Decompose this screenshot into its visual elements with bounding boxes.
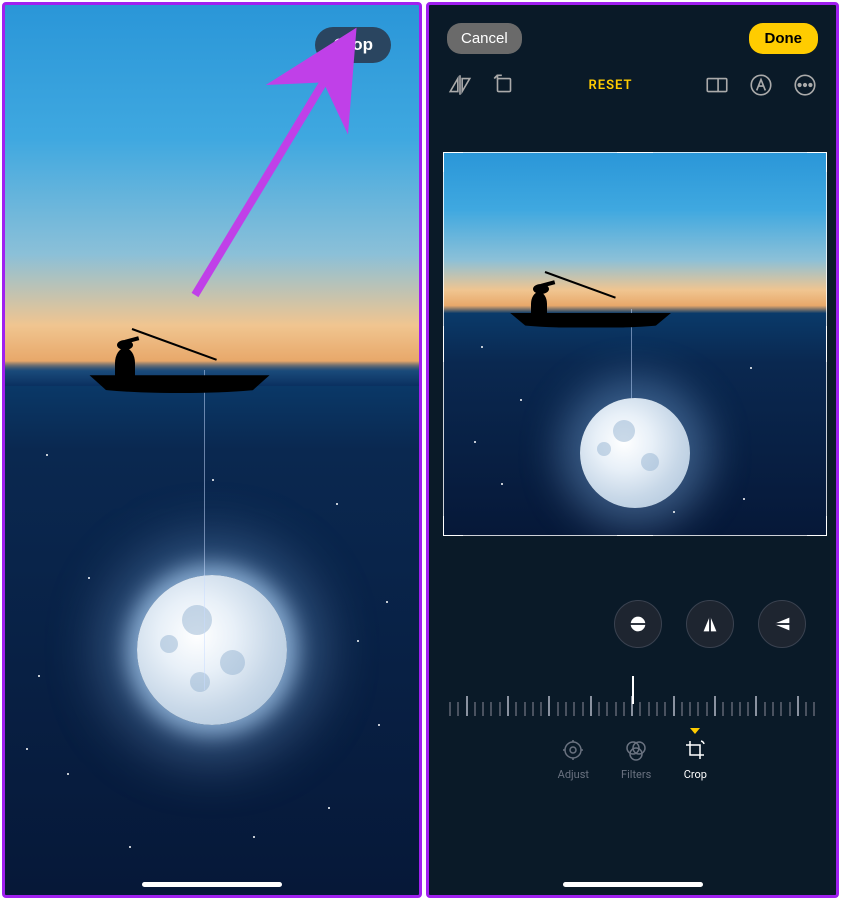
crop-preview-area bbox=[429, 112, 836, 536]
tab-filters[interactable]: Filters bbox=[621, 738, 651, 781]
left-screenshot-panel: Crop bbox=[2, 2, 422, 898]
aspect-ratio-icon[interactable] bbox=[704, 72, 730, 98]
rotate-icon[interactable] bbox=[491, 72, 517, 98]
crop-handle-top[interactable] bbox=[617, 152, 653, 153]
tab-adjust[interactable]: Adjust bbox=[558, 738, 589, 781]
more-icon[interactable] bbox=[792, 72, 818, 98]
home-indicator[interactable] bbox=[142, 882, 282, 887]
cancel-button[interactable]: Cancel bbox=[447, 23, 522, 54]
tab-filters-label: Filters bbox=[621, 768, 651, 781]
straighten-button[interactable] bbox=[614, 600, 662, 648]
crop-tool-bar: RESET bbox=[429, 64, 836, 112]
right-screenshot-panel: Cancel Done RESET bbox=[426, 2, 839, 898]
tab-adjust-label: Adjust bbox=[558, 768, 589, 781]
wallpaper-scene bbox=[5, 5, 419, 895]
reset-button[interactable]: RESET bbox=[589, 78, 633, 93]
rotate-mode-controls bbox=[429, 536, 836, 666]
tab-crop-label: Crop bbox=[684, 768, 707, 781]
crop-handle-top-right[interactable] bbox=[807, 152, 827, 172]
crop-button[interactable]: Crop bbox=[315, 27, 391, 63]
crop-preview-image[interactable] bbox=[443, 152, 827, 536]
moon-illustration bbox=[137, 575, 287, 725]
crop-handle-bottom-left[interactable] bbox=[443, 516, 463, 536]
done-button[interactable]: Done bbox=[749, 23, 819, 54]
horizontal-perspective-button[interactable] bbox=[758, 600, 806, 648]
markup-icon[interactable] bbox=[748, 72, 774, 98]
rotation-ruler[interactable] bbox=[449, 680, 816, 716]
crop-handle-bottom-right[interactable] bbox=[807, 516, 827, 536]
crop-handle-left[interactable] bbox=[443, 326, 444, 362]
home-indicator[interactable] bbox=[563, 882, 703, 887]
crop-handle-top-left[interactable] bbox=[443, 152, 463, 172]
flip-icon[interactable] bbox=[447, 72, 473, 98]
top-bar: Cancel Done bbox=[429, 5, 836, 64]
editor-tabs: Adjust Filters Crop bbox=[429, 716, 836, 789]
tab-crop[interactable]: Crop bbox=[683, 738, 707, 781]
ruler-pointer bbox=[632, 676, 634, 704]
vertical-perspective-button[interactable] bbox=[686, 600, 734, 648]
boat-silhouette bbox=[80, 343, 280, 393]
crop-handle-right[interactable] bbox=[826, 326, 827, 362]
crop-handle-bottom[interactable] bbox=[617, 535, 653, 536]
